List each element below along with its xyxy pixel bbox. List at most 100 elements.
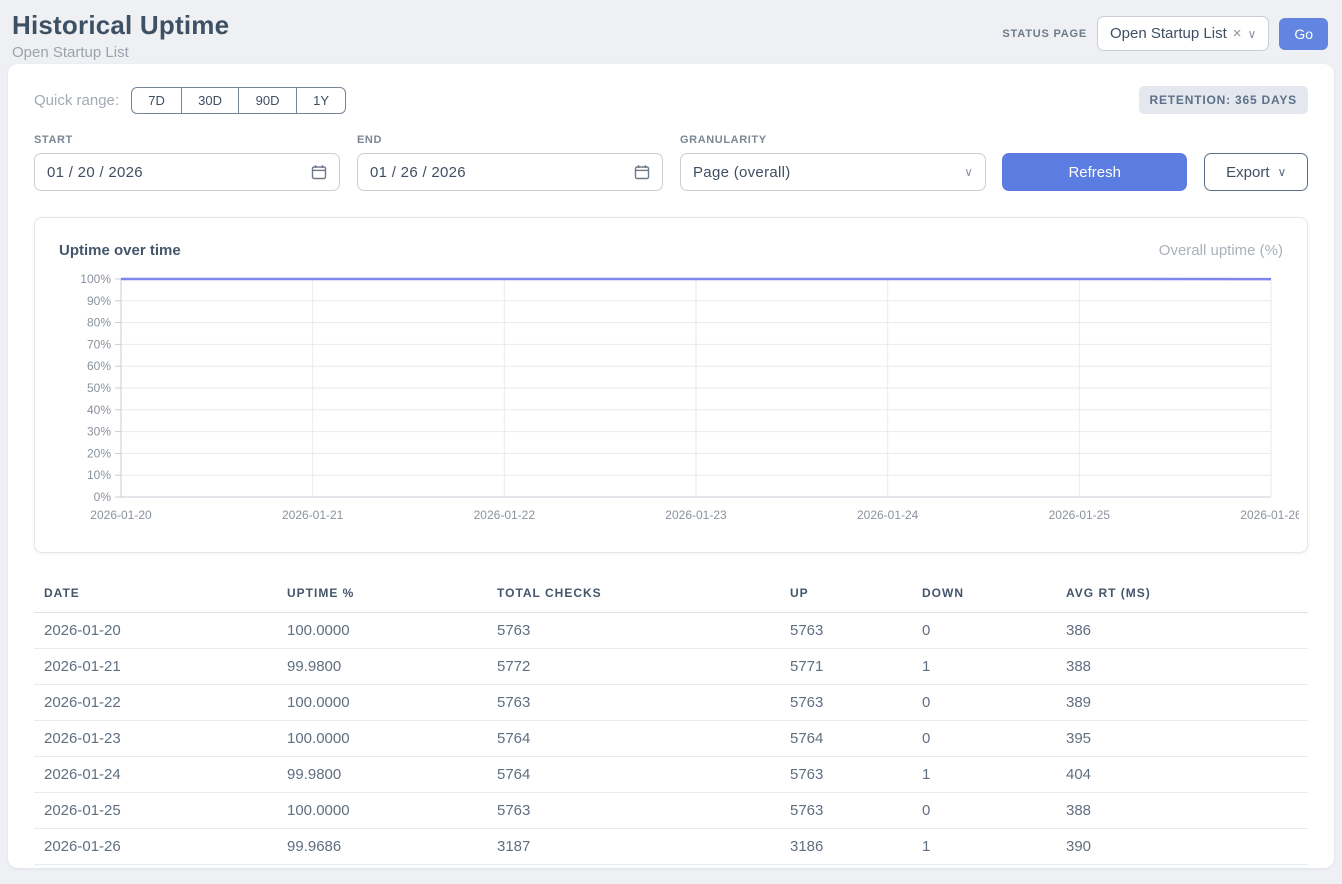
refresh-button[interactable]: Refresh: [1002, 153, 1187, 191]
table-cell: 5764: [487, 721, 780, 757]
start-date-label: START: [34, 134, 340, 146]
chart-legend: Overall uptime (%): [1159, 242, 1283, 259]
quick-range-30d-button[interactable]: 30D: [182, 87, 239, 114]
y-axis-tick-label: 30%: [87, 425, 111, 439]
y-axis-tick-label: 70%: [87, 337, 111, 351]
chevron-down-icon: ∨: [1248, 27, 1257, 41]
table-cell: 99.9800: [277, 649, 487, 685]
chevron-down-icon: ∨: [964, 165, 973, 179]
uptime-line-chart: 0% 10% 20% 30% 40% 50% 60% 70% 80% 90% 100% 2026-01…: [57, 269, 1299, 531]
end-date-value: 01 / 26 / 2026: [370, 164, 466, 181]
table-cell: 100.0000: [277, 793, 487, 829]
y-axis-tick-label: 0%: [94, 490, 112, 504]
x-axis-tick-label: 2026-01-26: [1240, 508, 1299, 522]
table-row: 2026-01-22100.0000576357630389: [34, 685, 1308, 721]
end-date-field: END 01 / 26 / 2026: [357, 134, 663, 191]
table-cell: 99.9800: [277, 757, 487, 793]
start-date-input[interactable]: 01 / 20 / 2026: [34, 153, 340, 191]
chart-header: Uptime over time Overall uptime (%): [57, 236, 1285, 269]
calendar-icon[interactable]: [634, 164, 650, 180]
table-row: 2026-01-2199.9800577257711388: [34, 649, 1308, 685]
table-cell: 404: [1056, 757, 1308, 793]
table-cell: 2026-01-25: [34, 793, 277, 829]
table-cell: 0: [912, 685, 1056, 721]
end-date-input[interactable]: 01 / 26 / 2026: [357, 153, 663, 191]
table-cell: 2026-01-24: [34, 757, 277, 793]
granularity-field: GRANULARITY Page (overall) ∨: [680, 134, 986, 191]
x-axis-tick-label: 2026-01-25: [1049, 508, 1111, 522]
table-cell: 2026-01-20: [34, 613, 277, 649]
start-date-field: START 01 / 20 / 2026: [34, 134, 340, 191]
y-axis-tick-label: 60%: [87, 359, 111, 373]
table-row: 2026-01-25100.0000576357630388: [34, 793, 1308, 829]
y-axis-tick-label: 40%: [87, 403, 111, 417]
page-subtitle: Open Startup List: [12, 44, 229, 61]
status-page-select[interactable]: Open Startup List × ∨: [1097, 16, 1269, 51]
granularity-select[interactable]: Page (overall) ∨: [680, 153, 986, 191]
table-header-row: DATEUPTIME %TOTAL CHECKSUPDOWNAVG RT (MS…: [34, 577, 1308, 613]
table-cell: 388: [1056, 649, 1308, 685]
quick-range-90d-button[interactable]: 90D: [239, 87, 297, 114]
table-column-header: AVG RT (MS): [1056, 577, 1308, 613]
chart-title: Uptime over time: [59, 242, 181, 259]
table-column-header: UP: [780, 577, 912, 613]
end-date-label: END: [357, 134, 663, 146]
table-cell: 2026-01-22: [34, 685, 277, 721]
uptime-table: DATEUPTIME %TOTAL CHECKSUPDOWNAVG RT (MS…: [34, 577, 1308, 865]
x-axis-tick-label: 2026-01-24: [857, 508, 919, 522]
export-button[interactable]: Export ∨: [1204, 153, 1308, 191]
x-axis-tick-label: 2026-01-22: [474, 508, 536, 522]
page-title: Historical Uptime: [12, 10, 229, 41]
table-cell: 388: [1056, 793, 1308, 829]
table-cell: 5764: [780, 721, 912, 757]
granularity-selected-value: Page (overall): [693, 164, 791, 181]
table-cell: 5772: [487, 649, 780, 685]
retention-badge: RETENTION: 365 DAYS: [1139, 86, 1308, 114]
x-axis-tick-label: 2026-01-20: [90, 508, 152, 522]
table-row: 2026-01-20100.0000576357630386: [34, 613, 1308, 649]
go-button[interactable]: Go: [1279, 18, 1328, 50]
chevron-down-icon: ∨: [1278, 165, 1287, 179]
y-axis-tick-label: 50%: [87, 381, 111, 395]
table-cell: 5764: [487, 757, 780, 793]
table-cell: 0: [912, 721, 1056, 757]
table-cell: 0: [912, 793, 1056, 829]
y-axis-tick-label: 10%: [87, 468, 111, 482]
granularity-label: GRANULARITY: [680, 134, 986, 146]
x-axis-tick-label: 2026-01-21: [282, 508, 344, 522]
y-axis-tick-label: 20%: [87, 446, 111, 460]
table-column-header: TOTAL CHECKS: [487, 577, 780, 613]
quick-range-1y-button[interactable]: 1Y: [297, 87, 346, 114]
calendar-icon[interactable]: [311, 164, 327, 180]
table-cell: 1: [912, 829, 1056, 865]
table-column-header: DOWN: [912, 577, 1056, 613]
controls-row: START 01 / 20 / 2026 END 01 / 26 / 2026 …: [34, 134, 1308, 191]
title-block: Historical Uptime Open Startup List: [12, 10, 229, 61]
table-cell: 100.0000: [277, 613, 487, 649]
clear-selection-icon[interactable]: ×: [1233, 25, 1242, 42]
quick-range-group-wrap: Quick range: 7D 30D 90D 1Y: [34, 87, 346, 114]
table-row: 2026-01-2699.9686318731861390: [34, 829, 1308, 865]
y-axis-tick-label: 100%: [80, 272, 111, 286]
table-row: 2026-01-23100.0000576457640395: [34, 721, 1308, 757]
start-date-value: 01 / 20 / 2026: [47, 164, 143, 181]
y-axis-tick-label: 90%: [87, 294, 111, 308]
uptime-chart-card: Uptime over time Overall uptime (%) 0% 10…: [34, 217, 1308, 553]
table-cell: 5763: [487, 685, 780, 721]
table-cell: 100.0000: [277, 685, 487, 721]
table-cell: 2026-01-21: [34, 649, 277, 685]
table-cell: 5763: [487, 793, 780, 829]
table-cell: 5763: [780, 793, 912, 829]
table-cell: 0: [912, 613, 1056, 649]
quick-range-label: Quick range:: [34, 92, 119, 109]
table-cell: 5763: [780, 685, 912, 721]
table-cell: 5763: [780, 613, 912, 649]
x-axis-tick-label: 2026-01-23: [665, 508, 727, 522]
quick-range-7d-button[interactable]: 7D: [131, 87, 182, 114]
y-axis-tick-label: 80%: [87, 316, 111, 330]
table-cell: 395: [1056, 721, 1308, 757]
table-cell: 386: [1056, 613, 1308, 649]
export-button-label: Export: [1226, 164, 1269, 181]
table-column-header: UPTIME %: [277, 577, 487, 613]
table-cell: 5771: [780, 649, 912, 685]
